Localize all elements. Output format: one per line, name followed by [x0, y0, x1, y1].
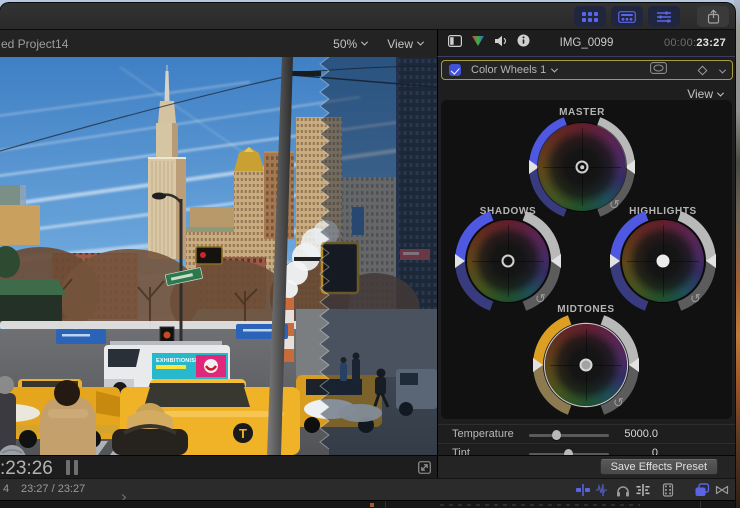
- viewer-toolbar: ed Project14 50% View: [0, 30, 437, 57]
- stacked-windows-icon: [694, 482, 710, 498]
- skimming-button[interactable]: [574, 482, 592, 498]
- save-effects-preset-button[interactable]: Save Effects Preset: [600, 459, 718, 475]
- highlights-wheel-puck[interactable]: [657, 255, 670, 268]
- fcp-window: ed Project14 50% View: [0, 3, 735, 508]
- grid-view-button[interactable]: [574, 6, 606, 27]
- effect-row-color-wheels[interactable]: Color Wheels 1: [441, 60, 733, 80]
- van-banner-text: EXHIBITIONISM: [156, 358, 200, 364]
- inspector-view-dropdown[interactable]: View: [687, 87, 723, 101]
- chevron-down-icon: [551, 65, 558, 72]
- temperature-slider-thumb[interactable]: [552, 430, 561, 440]
- mask-icon[interactable]: [650, 61, 667, 79]
- filmstrip-button[interactable]: [659, 482, 677, 498]
- midtones-wheel-puck[interactable]: [580, 359, 593, 372]
- effect-name-dropdown[interactable]: Color Wheels 1: [471, 64, 557, 76]
- project-duration: 23:27 / 23:27: [21, 483, 85, 495]
- video-inspector-icon[interactable]: [448, 34, 462, 52]
- adjust-sliders-icon: [656, 11, 672, 23]
- share-icon: [707, 9, 720, 24]
- effect-enable-checkbox[interactable]: [449, 64, 461, 76]
- viewer-view-dropdown[interactable]: View: [387, 37, 423, 51]
- timeline-toolbar: 4 23:27 / 23:27: [0, 478, 735, 500]
- preset-bar: Save Effects Preset: [437, 455, 735, 478]
- clip-timecode: 00:00:23:27: [664, 37, 735, 49]
- midtones-reset-button[interactable]: ↺: [613, 396, 624, 409]
- inspector-header: IMG_0099 00:00:23:27: [437, 30, 735, 57]
- midtones-color-wheel[interactable]: ↺: [521, 300, 651, 430]
- temperature-label: Temperature: [452, 428, 514, 440]
- timeline-sliver: [0, 500, 735, 508]
- zoom-level-dropdown[interactable]: 50%: [333, 37, 367, 51]
- duration-prefix: 4: [3, 483, 9, 495]
- shadows-wheel-puck[interactable]: [502, 255, 515, 268]
- audio-skimming-button[interactable]: [594, 482, 612, 498]
- current-timecode: :23:26: [0, 458, 53, 480]
- bowtie-button[interactable]: [713, 482, 731, 498]
- solo-button[interactable]: [614, 482, 632, 498]
- grid-view-icon: [581, 11, 599, 23]
- expand-viewer-button[interactable]: [418, 461, 431, 479]
- bowtie-icon: [714, 482, 730, 498]
- titlebar-button-group: [574, 6, 680, 27]
- snapping-button[interactable]: [634, 482, 652, 498]
- info-inspector-icon[interactable]: [517, 34, 530, 52]
- color-inspector-icon[interactable]: [471, 34, 485, 52]
- temperature-row: Temperature 5000.0: [438, 426, 735, 444]
- stacked-windows-button[interactable]: [693, 482, 711, 498]
- timeline-index-icon: [618, 11, 636, 23]
- chevron-down-icon: [717, 89, 724, 96]
- audio-inspector-icon[interactable]: [494, 34, 508, 52]
- timeline-index-button[interactable]: [611, 6, 643, 27]
- skimming-icon: [575, 482, 591, 498]
- viewer-transport-bar: :23:26: [0, 455, 437, 478]
- titlebar: [0, 3, 735, 30]
- color-inspector-panel: Color Wheels 1 View MASTER SHADOWS HIGHL…: [437, 57, 735, 455]
- adjust-sliders-button[interactable]: [648, 6, 680, 27]
- master-wheel-puck[interactable]: [576, 161, 589, 174]
- project-title: ed Project14: [1, 37, 68, 51]
- taxi-logo: T: [239, 426, 247, 441]
- preview-scene: EXHIBITIONISM: [0, 57, 437, 455]
- video-preview[interactable]: EXHIBITIONISM: [0, 57, 437, 455]
- keyframe-icon[interactable]: [698, 65, 708, 75]
- chevron-down-icon: [417, 39, 424, 46]
- color-wheels-panel: MASTER SHADOWS HIGHLIGHTS MIDTONES: [441, 100, 732, 419]
- temperature-value[interactable]: 5000.0: [588, 428, 658, 440]
- effect-collapse-chevron[interactable]: [720, 61, 725, 79]
- highlights-reset-button[interactable]: ↺: [690, 292, 701, 305]
- audio-skimming-icon: [595, 482, 611, 498]
- snapping-icon: [635, 482, 651, 498]
- chevron-down-icon: [361, 39, 368, 46]
- screen: ed Project14 50% View: [0, 0, 740, 508]
- filmstrip-icon: [660, 482, 676, 498]
- solo-headphones-icon: [615, 482, 631, 498]
- pause-icon: [66, 460, 78, 475]
- share-button[interactable]: [697, 6, 729, 27]
